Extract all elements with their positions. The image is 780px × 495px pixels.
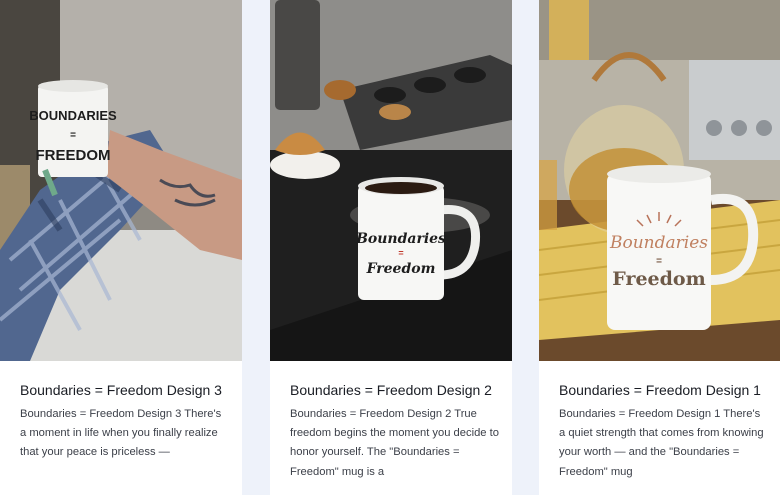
mug-text-line-3: FREEDOM (36, 147, 111, 164)
post-excerpt: Boundaries = Freedom Design 2 True freed… (290, 408, 499, 478)
mug-text-line-1: Boundaries (609, 233, 708, 253)
mug-text-line-3: Freedom (612, 268, 705, 290)
post-title[interactable]: Boundaries = Freedom Design 1 (559, 381, 768, 399)
mug-teapot-photo-icon: Boundaries = Freedom (539, 0, 780, 361)
post-excerpt: Boundaries = Freedom Design 1 There's a … (559, 408, 764, 478)
mug-lifestyle-photo-icon: BOUNDARIES = FREEDOM (0, 0, 242, 361)
post-card[interactable]: BOUNDARIES = FREEDOM Boundaries = Freedo… (0, 0, 242, 495)
post-title[interactable]: Boundaries = Freedom Design 2 (290, 381, 500, 399)
mug-text-line-2: = (70, 130, 76, 141)
post-title[interactable]: Boundaries = Freedom Design 3 (20, 381, 230, 399)
post-card[interactable]: Boundaries = Freedom Boundaries = Freedo… (539, 0, 780, 495)
post-image[interactable]: BOUNDARIES = FREEDOM (0, 0, 242, 361)
mug-kitchen-photo-icon: Boundaries = Freedom (270, 0, 512, 361)
post-image[interactable]: Boundaries = Freedom (539, 0, 780, 361)
mug-text-line-1: BOUNDARIES (29, 108, 117, 123)
mug-text-line-3: Freedom (366, 261, 436, 277)
post-excerpt: Boundaries = Freedom Design 3 There's a … (20, 408, 222, 459)
post-card[interactable]: Boundaries = Freedom Boundaries = Freedo… (270, 0, 512, 495)
mug-text-line-2: = (398, 248, 403, 258)
mug-text-line-2: = (656, 256, 662, 267)
mug-text-line-1: Boundaries (355, 231, 446, 247)
post-image[interactable]: Boundaries = Freedom (270, 0, 512, 361)
